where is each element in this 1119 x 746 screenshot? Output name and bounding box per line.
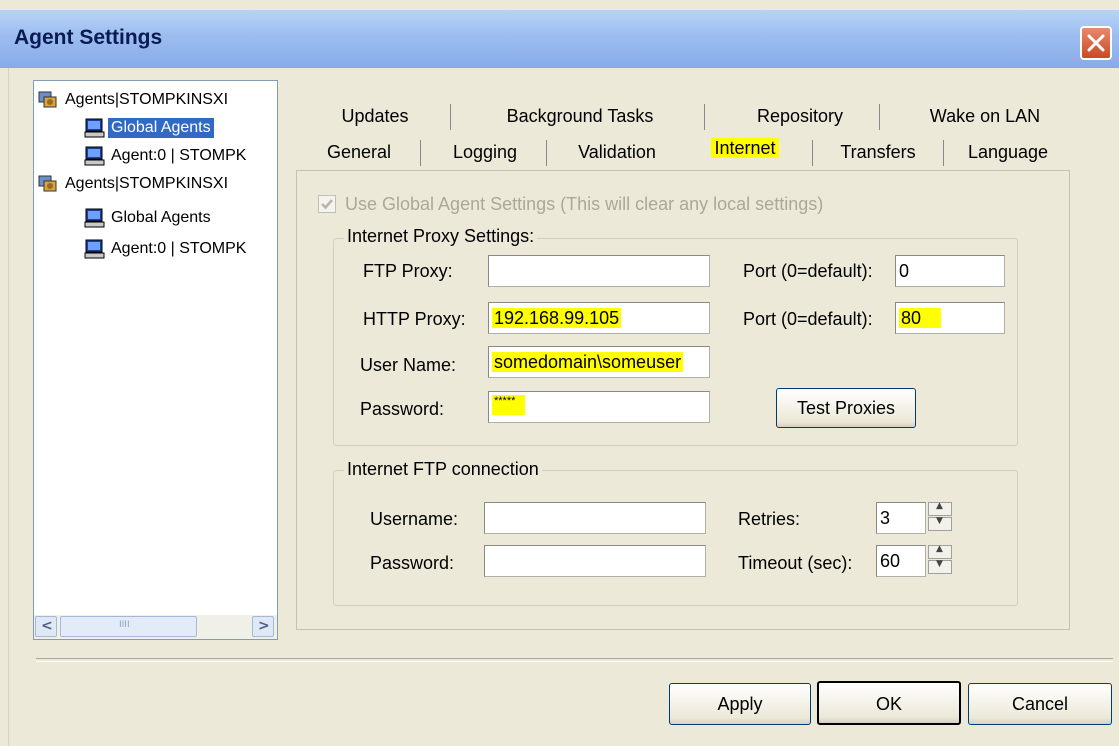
- tab-wake-on-lan[interactable]: Wake on LAN: [900, 102, 1070, 130]
- proxy-settings-title: Internet Proxy Settings:: [344, 226, 538, 247]
- tree-node-label: Agent:0 | STOMPK: [111, 147, 247, 164]
- ftp-password-input[interactable]: [484, 545, 706, 577]
- retries-up-button[interactable]: ▲: [928, 501, 952, 516]
- tab-internet-label: Internet: [711, 138, 779, 158]
- chevron-left-icon: <: [41, 618, 53, 634]
- user-name-label: User Name:: [360, 355, 457, 375]
- tree-node-label: Agents|STOMPKINSXI: [65, 91, 229, 108]
- http-proxy-value: 192.168.99.105: [492, 308, 622, 328]
- tab-background-tasks[interactable]: Background Tasks: [470, 102, 690, 130]
- agent-settings-dialog: Agent Settings Agents|STOMPKINSXI Global…: [0, 0, 1119, 746]
- tree-horizontal-scrollbar[interactable]: < IIII >: [34, 615, 277, 639]
- arrow-up-icon: ▲: [936, 501, 943, 511]
- window-left-border: [0, 68, 9, 746]
- ftp-username-label: Username:: [370, 509, 459, 529]
- tab-validation[interactable]: Validation: [550, 138, 684, 166]
- tree-node-label: Agents|STOMPKINSXI: [65, 175, 229, 192]
- agents-tree[interactable]: Agents|STOMPKINSXI Global Agents Agent:0…: [33, 80, 278, 640]
- http-port-value: 80: [899, 308, 942, 328]
- ftp-proxy-label: FTP Proxy:: [363, 261, 453, 281]
- http-port-input[interactable]: 80: [895, 302, 1005, 334]
- chevron-right-icon: >: [258, 618, 270, 634]
- http-port-label: Port (0=default):: [743, 309, 873, 329]
- close-icon: [1087, 34, 1105, 52]
- title-bar[interactable]: Agent Settings: [0, 10, 1119, 68]
- timeout-spinner[interactable]: ▲ ▼: [928, 544, 954, 575]
- timeout-up-button[interactable]: ▲: [928, 544, 952, 559]
- tree-node-label: Global Agents: [111, 209, 211, 226]
- arrow-down-icon: ▼: [936, 559, 943, 569]
- tab-updates[interactable]: Updates: [310, 102, 440, 130]
- use-global-checkbox[interactable]: [318, 195, 336, 213]
- timeout-label: Timeout (sec):: [738, 553, 853, 573]
- retries-down-button[interactable]: ▼: [928, 516, 952, 531]
- scroll-right-button[interactable]: >: [252, 616, 274, 637]
- http-proxy-label: HTTP Proxy:: [363, 309, 466, 329]
- proxy-password-value: *****: [492, 395, 526, 415]
- divider: [36, 658, 1113, 662]
- test-proxies-button[interactable]: Test Proxies: [776, 388, 916, 428]
- timeout-input[interactable]: 60: [876, 545, 926, 577]
- ftp-password-label: Password:: [370, 553, 455, 573]
- close-button[interactable]: [1080, 26, 1112, 60]
- tab-logging[interactable]: Logging: [425, 138, 545, 166]
- user-name-value: somedomain\someuser: [492, 352, 684, 372]
- scroll-left-button[interactable]: <: [35, 616, 57, 637]
- proxy-password-input[interactable]: *****: [488, 391, 710, 423]
- arrow-down-icon: ▼: [936, 516, 943, 526]
- retries-spinner[interactable]: ▲ ▼: [928, 501, 954, 532]
- tab-language[interactable]: Language: [946, 138, 1070, 166]
- ftp-proxy-input[interactable]: [488, 255, 710, 287]
- checkmark-icon: [321, 199, 333, 210]
- computer-icon: [84, 207, 106, 234]
- http-proxy-input[interactable]: 192.168.99.105: [488, 302, 710, 334]
- ftp-connection-group: [333, 470, 1018, 606]
- tree-node-label: Global Agents: [108, 118, 214, 138]
- cancel-button[interactable]: Cancel: [968, 683, 1112, 725]
- use-global-label: Use Global Agent Settings (This will cle…: [345, 194, 824, 214]
- arrow-up-icon: ▲: [936, 544, 943, 554]
- window-title: Agent Settings: [14, 26, 163, 49]
- ftp-port-label: Port (0=default):: [743, 261, 873, 281]
- tab-general[interactable]: General: [300, 138, 418, 166]
- timeout-down-button[interactable]: ▼: [928, 559, 952, 574]
- computer-icon: [84, 117, 106, 144]
- tab-internet[interactable]: Internet: [690, 134, 800, 162]
- retries-input[interactable]: 3: [876, 502, 926, 534]
- proxy-password-label: Password:: [360, 399, 445, 419]
- apply-button[interactable]: Apply: [669, 683, 811, 725]
- user-name-input[interactable]: somedomain\someuser: [488, 346, 710, 378]
- computer-icon: [84, 145, 106, 172]
- tree-node-label: Agent:0 | STOMPK: [111, 240, 247, 257]
- ftp-port-input[interactable]: 0: [895, 255, 1005, 287]
- ftp-username-input[interactable]: [484, 502, 706, 534]
- computer-icon: [84, 238, 106, 265]
- agents-group-icon: [38, 173, 58, 198]
- tab-transfers[interactable]: Transfers: [816, 138, 940, 166]
- agents-group-icon: [38, 89, 58, 114]
- tab-repository[interactable]: Repository: [720, 102, 880, 130]
- grip-icon: IIII: [119, 620, 130, 630]
- scroll-thumb[interactable]: IIII: [60, 616, 197, 637]
- ok-button[interactable]: OK: [817, 681, 961, 725]
- ftp-connection-title: Internet FTP connection: [344, 459, 542, 480]
- retries-label: Retries:: [738, 509, 801, 529]
